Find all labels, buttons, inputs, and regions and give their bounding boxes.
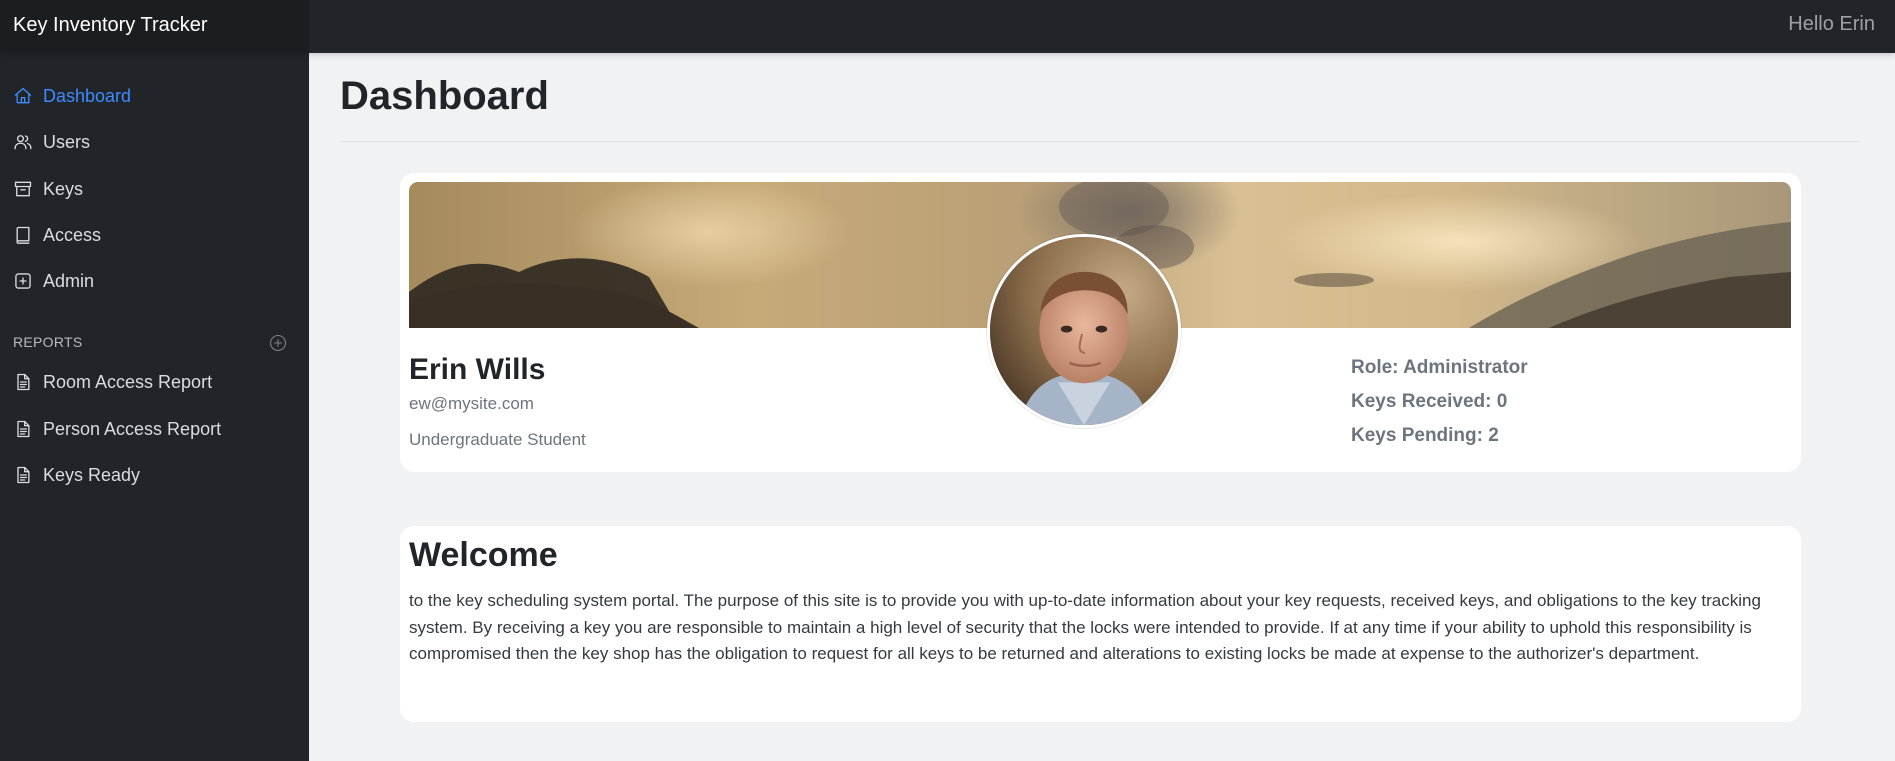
sidebar-item-keys-ready[interactable]: Keys Ready <box>12 460 140 490</box>
sidebar-item-person-access-report[interactable]: Person Access Report <box>12 414 221 444</box>
profile-user-type: Undergraduate Student <box>409 430 586 449</box>
sidebar-item-label: Dashboard <box>43 85 132 106</box>
sidebar-item-label: Access <box>43 224 102 245</box>
home-icon <box>12 85 34 107</box>
archive-icon <box>12 178 34 200</box>
user-greeting[interactable]: Hello Erin <box>1788 0 1875 49</box>
welcome-card: Welcome to the key scheduling system por… <box>400 526 1801 722</box>
sidebar: Dashboard Users Keys Access Admin REPORT… <box>0 53 309 761</box>
sidebar-item-admin[interactable]: Admin <box>12 266 94 296</box>
file-text-icon <box>12 371 34 393</box>
sidebar-item-keys[interactable]: Keys <box>12 174 83 204</box>
sidebar-item-label: Users <box>43 131 91 152</box>
welcome-text: to the key scheduling system portal. The… <box>409 591 1761 663</box>
profile-name: Erin Wills <box>409 353 546 386</box>
welcome-title: Welcome <box>409 536 558 574</box>
add-report-button[interactable] <box>268 333 288 353</box>
book-icon <box>12 224 34 246</box>
users-icon <box>12 131 34 153</box>
sidebar-item-label: Person Access Report <box>43 418 222 439</box>
stat-keys-pending: Keys Pending: 2 <box>1351 425 1499 446</box>
sidebar-item-label: Room Access Report <box>43 371 213 392</box>
plus-circle-icon <box>269 334 287 352</box>
sidebar-item-label: Admin <box>43 270 95 291</box>
sidebar-item-dashboard[interactable]: Dashboard <box>12 81 131 111</box>
title-divider <box>340 141 1860 142</box>
sidebar-item-label: Keys <box>43 178 84 199</box>
plus-square-icon <box>12 270 34 292</box>
profile-email: ew@mysite.com <box>409 394 534 413</box>
profile-card: Erin Wills ew@mysite.com Undergraduate S… <box>400 173 1801 472</box>
stat-role: Role: Administrator <box>1351 357 1528 378</box>
profile-stats: Role: Administrator Keys Received: 0 Key… <box>1351 355 1528 457</box>
user-avatar <box>987 234 1181 428</box>
sidebar-item-users[interactable]: Users <box>12 127 90 157</box>
reports-heading: REPORTS <box>13 334 83 350</box>
app-brand[interactable]: Key Inventory Tracker <box>0 0 309 53</box>
stat-keys-received: Keys Received: 0 <box>1351 391 1508 412</box>
page-title: Dashboard <box>340 74 549 118</box>
file-text-icon <box>12 464 34 486</box>
sidebar-item-room-access-report[interactable]: Room Access Report <box>12 367 212 397</box>
sidebar-item-access[interactable]: Access <box>12 220 101 250</box>
sidebar-item-label: Keys Ready <box>43 464 141 485</box>
file-text-icon <box>12 418 34 440</box>
top-navbar: Key Inventory Tracker Hello Erin <box>0 0 1895 53</box>
